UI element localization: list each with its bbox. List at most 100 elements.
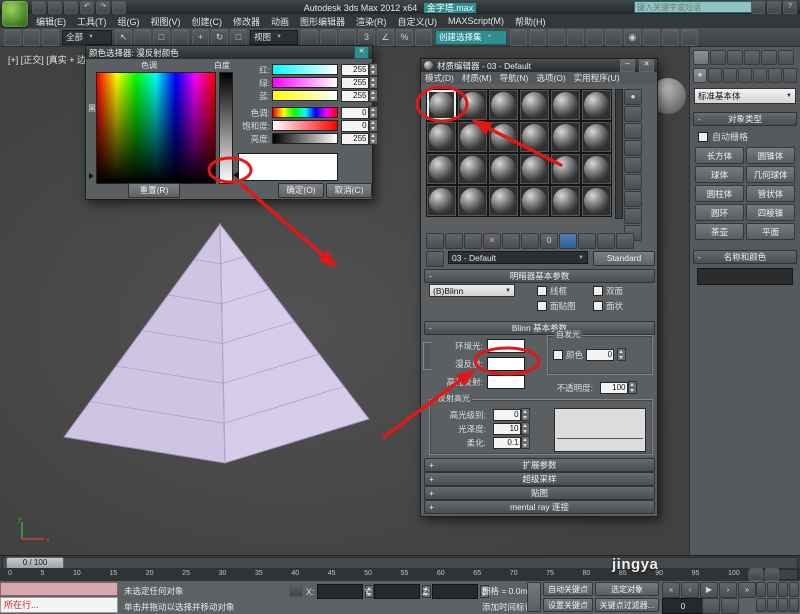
maximize-viewport-icon[interactable] [778, 597, 788, 612]
blue-value[interactable]: 255 [340, 89, 369, 102]
z-coordinate-field[interactable] [432, 584, 478, 599]
object-name-field[interactable] [697, 268, 793, 285]
material-sample-slot-11[interactable] [550, 121, 581, 153]
material-sample-slot-20[interactable] [457, 185, 488, 217]
material-sample-slot-12[interactable] [581, 121, 612, 153]
sphere-button[interactable]: 球体 [695, 166, 744, 183]
sign-in-icon[interactable] [751, 1, 765, 14]
render-setup-icon[interactable] [643, 28, 660, 46]
new-scene-icon[interactable] [32, 0, 46, 14]
systems-category-icon[interactable] [783, 68, 797, 83]
select-and-move-icon[interactable]: + [192, 28, 209, 46]
self-illum-value[interactable]: 0 [586, 348, 615, 361]
pick-material-eyedropper-icon[interactable] [426, 251, 444, 267]
menu-tools[interactable]: 工具(T) [77, 15, 107, 28]
zoom-extents-icon[interactable] [778, 582, 788, 597]
ok-button[interactable]: 确定(O) [278, 183, 324, 198]
named-selection-set-dropdown[interactable]: 创建选择集 ▼ [435, 29, 507, 45]
create-tab-icon[interactable] [693, 50, 709, 65]
close-icon[interactable]: ✕ [354, 46, 369, 59]
project-folder-icon[interactable] [112, 0, 126, 14]
material-sample-slot-10[interactable] [519, 121, 550, 153]
menu-customize[interactable]: 自定义(U) [398, 15, 438, 28]
material-options-icon[interactable] [624, 191, 642, 207]
current-frame-field[interactable] [662, 598, 704, 614]
orbit-icon[interactable] [767, 597, 777, 612]
auto-key-button[interactable]: 自动关键点 [543, 582, 593, 596]
minimize-icon[interactable]: ─ [620, 59, 635, 72]
material-sample-slot-15[interactable] [488, 153, 519, 185]
y-coordinate-field[interactable] [374, 584, 421, 599]
saturation-value[interactable]: 0 [340, 119, 369, 132]
material-sample-slot-13[interactable] [426, 153, 457, 185]
search-input[interactable] [634, 1, 756, 13]
make-preview-icon[interactable] [624, 174, 642, 190]
specular-level-spinner[interactable] [520, 408, 530, 421]
memenu-utilities[interactable]: 实用程序(U) [574, 72, 620, 84]
cameras-category-icon[interactable] [738, 68, 752, 83]
previous-frame-icon[interactable]: ‹ [681, 582, 699, 598]
zoom-icon[interactable] [756, 582, 766, 597]
save-file-icon[interactable] [64, 0, 78, 14]
selected-objects-dropdown[interactable]: 选定对象 [595, 582, 659, 596]
soften-spinner[interactable] [520, 436, 530, 449]
set-key-button[interactable]: 设置关键点 [543, 598, 593, 612]
selection-filter-dropdown[interactable]: 全部 ▼ [62, 29, 112, 45]
go-to-start-icon[interactable]: « [662, 582, 680, 598]
select-and-link-icon[interactable] [4, 28, 21, 46]
display-tab-icon[interactable] [761, 50, 777, 65]
red-slider[interactable] [272, 64, 338, 75]
field-of-view-icon[interactable] [789, 597, 799, 612]
hierarchy-tab-icon[interactable] [727, 50, 743, 65]
menu-maxscript[interactable]: MAXScript(M) [448, 16, 504, 26]
saturation-slider[interactable] [272, 120, 338, 131]
motion-tab-icon[interactable] [744, 50, 760, 65]
geosphere-button[interactable]: 几何球体 [746, 166, 795, 183]
menu-create[interactable]: 创建(C) [192, 15, 223, 28]
opacity-spinner[interactable] [627, 381, 637, 394]
menu-rendering[interactable]: 渲染(R) [356, 15, 387, 28]
blackness-marker-icon[interactable] [89, 173, 94, 179]
self-illum-color-checkbox[interactable] [553, 349, 563, 360]
ambient-color-swatch[interactable] [487, 339, 525, 353]
zoom-all-icon[interactable] [767, 582, 777, 597]
material-type-button[interactable]: Standard [593, 251, 655, 266]
diffuse-color-swatch[interactable] [487, 357, 525, 371]
color-selector-title-bar[interactable]: 颜色选择器: 漫反射颜色 ✕ [86, 46, 372, 59]
material-sample-slot-6[interactable] [581, 89, 612, 121]
add-time-tag[interactable]: 添加时间标记 [482, 601, 533, 613]
key-filters-button[interactable]: 关键点过滤器... [595, 598, 659, 612]
use-pivot-point-icon[interactable] [301, 28, 318, 46]
soften-value[interactable]: 0.1 [492, 436, 521, 449]
redo-icon[interactable]: ↷ [96, 0, 110, 14]
material-sample-slot-22[interactable] [519, 185, 550, 217]
material-name-dropdown[interactable]: 03 - Default ▼ [448, 251, 588, 264]
window-crossing-icon[interactable] [172, 28, 189, 46]
value-slider[interactable] [272, 133, 338, 144]
faceted-checkbox[interactable] [593, 301, 603, 311]
rectangular-selection-icon[interactable]: □ [153, 28, 170, 46]
green-spinner[interactable] [368, 76, 378, 89]
specular-level-value[interactable]: 0 [492, 408, 521, 421]
reset-button[interactable]: 重置(R) [128, 183, 180, 198]
assign-to-selection-icon[interactable] [464, 233, 482, 249]
autogrid-checkbox[interactable] [698, 131, 708, 142]
value-value[interactable]: 255 [340, 132, 369, 145]
spinner-snap-icon[interactable] [415, 28, 432, 46]
utilities-tab-icon[interactable] [778, 50, 794, 65]
put-to-scene-icon[interactable] [445, 233, 463, 249]
snap-toggle-icon[interactable]: 3 [358, 28, 375, 46]
green-value[interactable]: 255 [340, 76, 369, 89]
go-to-end-icon[interactable]: » [738, 582, 756, 598]
glossiness-value[interactable]: 10 [492, 422, 521, 435]
menu-help[interactable]: 帮助(H) [515, 15, 546, 28]
material-sample-slot-23[interactable] [550, 185, 581, 217]
supersampling-rollout[interactable]: + 超级采样 [424, 472, 655, 486]
blue-spinner[interactable] [368, 89, 378, 102]
menu-views[interactable]: 视图(V) [151, 15, 181, 28]
sample-slot-scrollbar[interactable] [615, 89, 623, 219]
teapot-button[interactable]: 茶壶 [695, 223, 744, 240]
material-sample-slot-19[interactable] [426, 185, 457, 217]
blinn-basic-params-rollout[interactable]: - Blinn 基本参数 [424, 321, 655, 335]
video-color-check-icon[interactable] [624, 157, 642, 173]
